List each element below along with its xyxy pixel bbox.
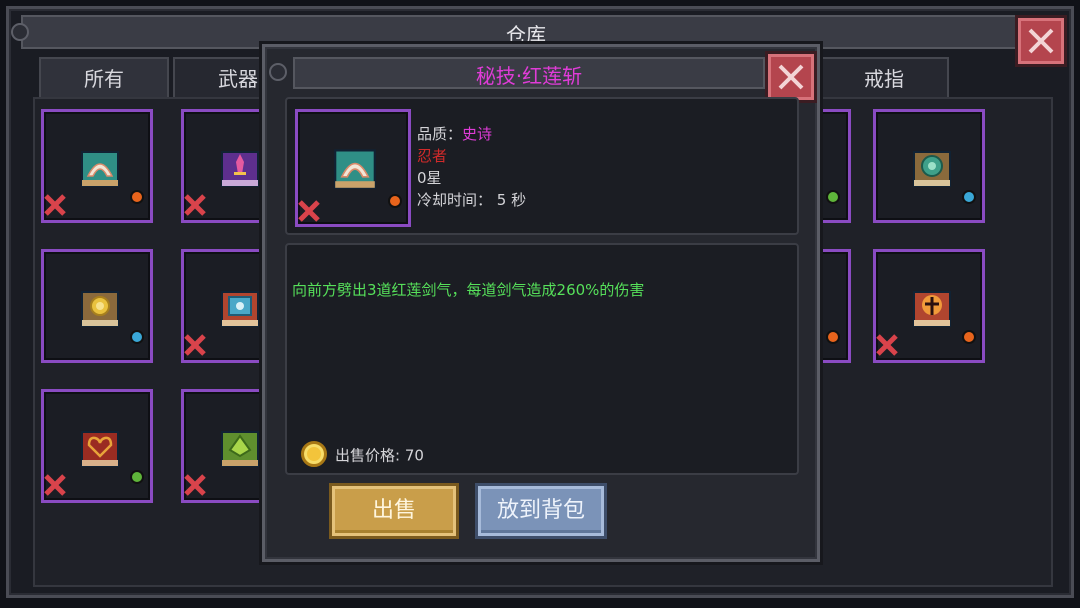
dialog-close-button[interactable] — [765, 51, 817, 103]
heart-book-icon — [81, 431, 119, 467]
leaf-book-icon — [221, 431, 259, 467]
item-detail-dialog: 秘技·红莲斩 品质：史诗 忍者 0星 冷却时间： 5 秒 向前方劈出3道红莲剑气… — [262, 44, 820, 562]
sun-book-icon — [81, 291, 119, 327]
cursed-x-icon — [44, 194, 66, 216]
arch-book-icon — [81, 151, 119, 187]
rivet-icon — [269, 63, 287, 81]
inventory-slot[interactable] — [41, 389, 153, 503]
inventory-slot[interactable] — [41, 249, 153, 363]
gem-blue-icon — [962, 190, 976, 204]
sell-button[interactable]: 出售 — [329, 483, 459, 539]
cursed-x-icon — [184, 474, 206, 496]
sell-price-text: 出售价格: 70 — [335, 446, 424, 465]
gem-green-icon — [826, 190, 840, 204]
quality-value: 史诗 — [462, 125, 493, 143]
description-panel: 向前方劈出3道红莲剑气，每道剑气造成260%的伤害 出售价格: 70 — [285, 243, 799, 475]
gold-coin-icon — [301, 441, 327, 467]
flame-book-icon — [913, 291, 951, 327]
dialog-titlebar: 秘技·红莲斩 — [293, 57, 765, 89]
dialog-title: 秘技·红莲斩 — [475, 64, 583, 88]
item-stats: 品质：史诗 忍者 0星 冷却时间： 5 秒 — [417, 123, 526, 211]
skill-description: 向前方劈出3道红莲剑气，每道剑气造成260%的伤害 — [292, 281, 645, 299]
quality-label: 品质： — [417, 125, 463, 143]
quality-row: 品质：史诗 — [417, 123, 526, 145]
warehouse-close-button[interactable] — [1015, 15, 1067, 67]
item-preview-slot — [295, 109, 411, 227]
sell-price: 出售价格: 70 — [301, 441, 424, 469]
inventory-slot[interactable] — [873, 249, 985, 363]
cursed-x-icon — [876, 334, 898, 356]
gear-book-icon — [913, 151, 951, 187]
put-in-bag-button[interactable]: 放到背包 — [475, 483, 607, 539]
tab-ring[interactable]: 戒指 — [819, 57, 949, 99]
close-icon — [778, 64, 804, 90]
class-name: 忍者 — [417, 147, 448, 165]
star-count: 0星 — [417, 169, 442, 187]
inventory-slot[interactable] — [873, 109, 985, 223]
gem-orange-icon — [130, 190, 144, 204]
arch-book-icon — [334, 149, 376, 189]
cursed-x-icon — [44, 474, 66, 496]
gem-orange-icon — [826, 330, 840, 344]
sword-book-icon — [221, 151, 259, 187]
inventory-slot[interactable] — [41, 109, 153, 223]
tab-all[interactable]: 所有 — [39, 57, 169, 99]
eye-book-icon — [221, 291, 259, 327]
gem-orange-icon — [388, 194, 402, 208]
gem-green-icon — [130, 470, 144, 484]
cursed-x-icon — [184, 194, 206, 216]
item-info-panel: 品质：史诗 忍者 0星 冷却时间： 5 秒 — [285, 97, 799, 235]
rivet-icon — [11, 23, 29, 41]
close-icon — [1028, 28, 1054, 54]
cursed-x-icon — [184, 334, 206, 356]
cooldown-text: 冷却时间： 5 秒 — [417, 191, 527, 209]
cursed-x-icon — [298, 200, 320, 222]
gem-orange-icon — [962, 330, 976, 344]
gem-blue-icon — [130, 330, 144, 344]
